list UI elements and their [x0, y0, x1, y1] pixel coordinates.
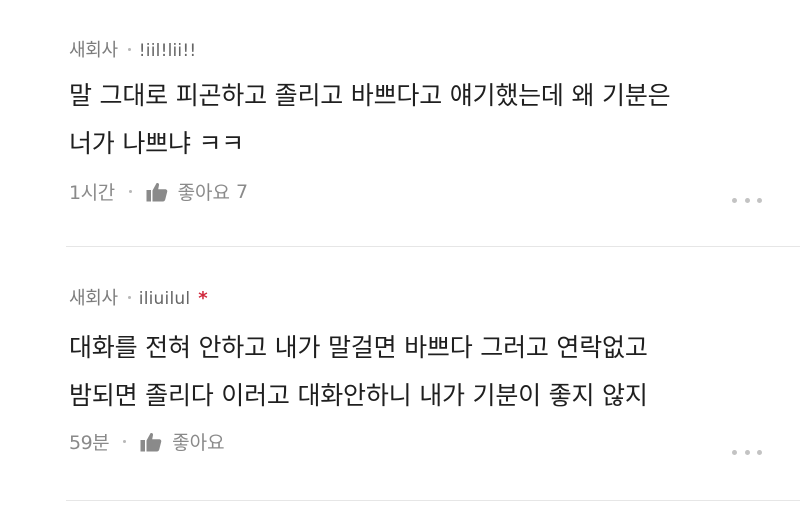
separator-dot	[127, 48, 131, 51]
more-dots-icon	[757, 449, 762, 455]
comment-meta: 새회사 !iil!lii!!	[69, 36, 196, 62]
like-label: 좋아요	[177, 182, 231, 204]
comment-time: 59분	[69, 432, 110, 454]
company-name: 새회사	[69, 288, 118, 309]
more-dots-icon	[757, 197, 762, 203]
comment-divider	[66, 500, 800, 501]
like-button[interactable]: 좋아요 7	[146, 178, 249, 205]
comment-text-line: 밤되면 졸리다 이러고 대화안하니 내가 기분이 좋지 않지	[69, 381, 648, 410]
separator-dot	[128, 190, 132, 193]
more-dots-icon	[744, 197, 750, 203]
more-options-button[interactable]	[732, 194, 762, 206]
comment-item: 새회사 iliuilul * 대화를 전혀 안하고 내가 말걸면 바쁘다 그러고…	[0, 248, 800, 500]
comment-text: 대화를 전혀 안하고 내가 말걸면 바쁘다 그러고 연락없고 밤되면 졸리다 이…	[69, 324, 759, 420]
comment-time: 1시간	[69, 182, 115, 204]
comment-text: 말 그대로 피곤하고 졸리고 바쁘다고 얘기했는데 왜 기분은 너가 나쁘냐 ㅋ…	[69, 72, 759, 168]
comment-text-line: 대화를 전혀 안하고 내가 말걸면 바쁘다 그러고 연락없고	[69, 333, 648, 362]
author-star-badge: *	[198, 288, 208, 309]
comment-text-line: 말 그대로 피곤하고 졸리고 바쁘다고 얘기했는데 왜 기분은	[69, 81, 671, 110]
more-dots-icon	[732, 449, 737, 455]
more-dots-icon	[732, 197, 737, 203]
comment-divider	[66, 246, 800, 247]
comment-item: 새회사 !iil!lii!! 말 그대로 피곤하고 졸리고 바쁘다고 얘기했는데…	[0, 0, 800, 247]
comment-meta: 새회사 iliuilul *	[69, 284, 208, 310]
comment-footer: 1시간 좋아요 7	[69, 178, 248, 205]
like-label: 좋아요	[172, 432, 225, 454]
more-dots-icon	[744, 449, 750, 455]
author-nickname[interactable]: !iil!lii!!	[139, 41, 197, 61]
comment-text-line: 너가 나쁘냐 ㅋㅋ	[69, 129, 245, 158]
separator-dot	[127, 296, 131, 299]
comment-footer: 59분 좋아요	[69, 428, 225, 455]
separator-dot	[123, 440, 127, 443]
like-count: 7	[236, 180, 249, 203]
company-name: 새회사	[69, 40, 118, 61]
like-button[interactable]: 좋아요	[140, 428, 225, 455]
thumbs-up-icon	[140, 432, 162, 451]
more-options-button[interactable]	[732, 446, 762, 458]
author-nickname[interactable]: iliuilul	[139, 289, 191, 309]
thumbs-up-icon	[146, 182, 167, 201]
